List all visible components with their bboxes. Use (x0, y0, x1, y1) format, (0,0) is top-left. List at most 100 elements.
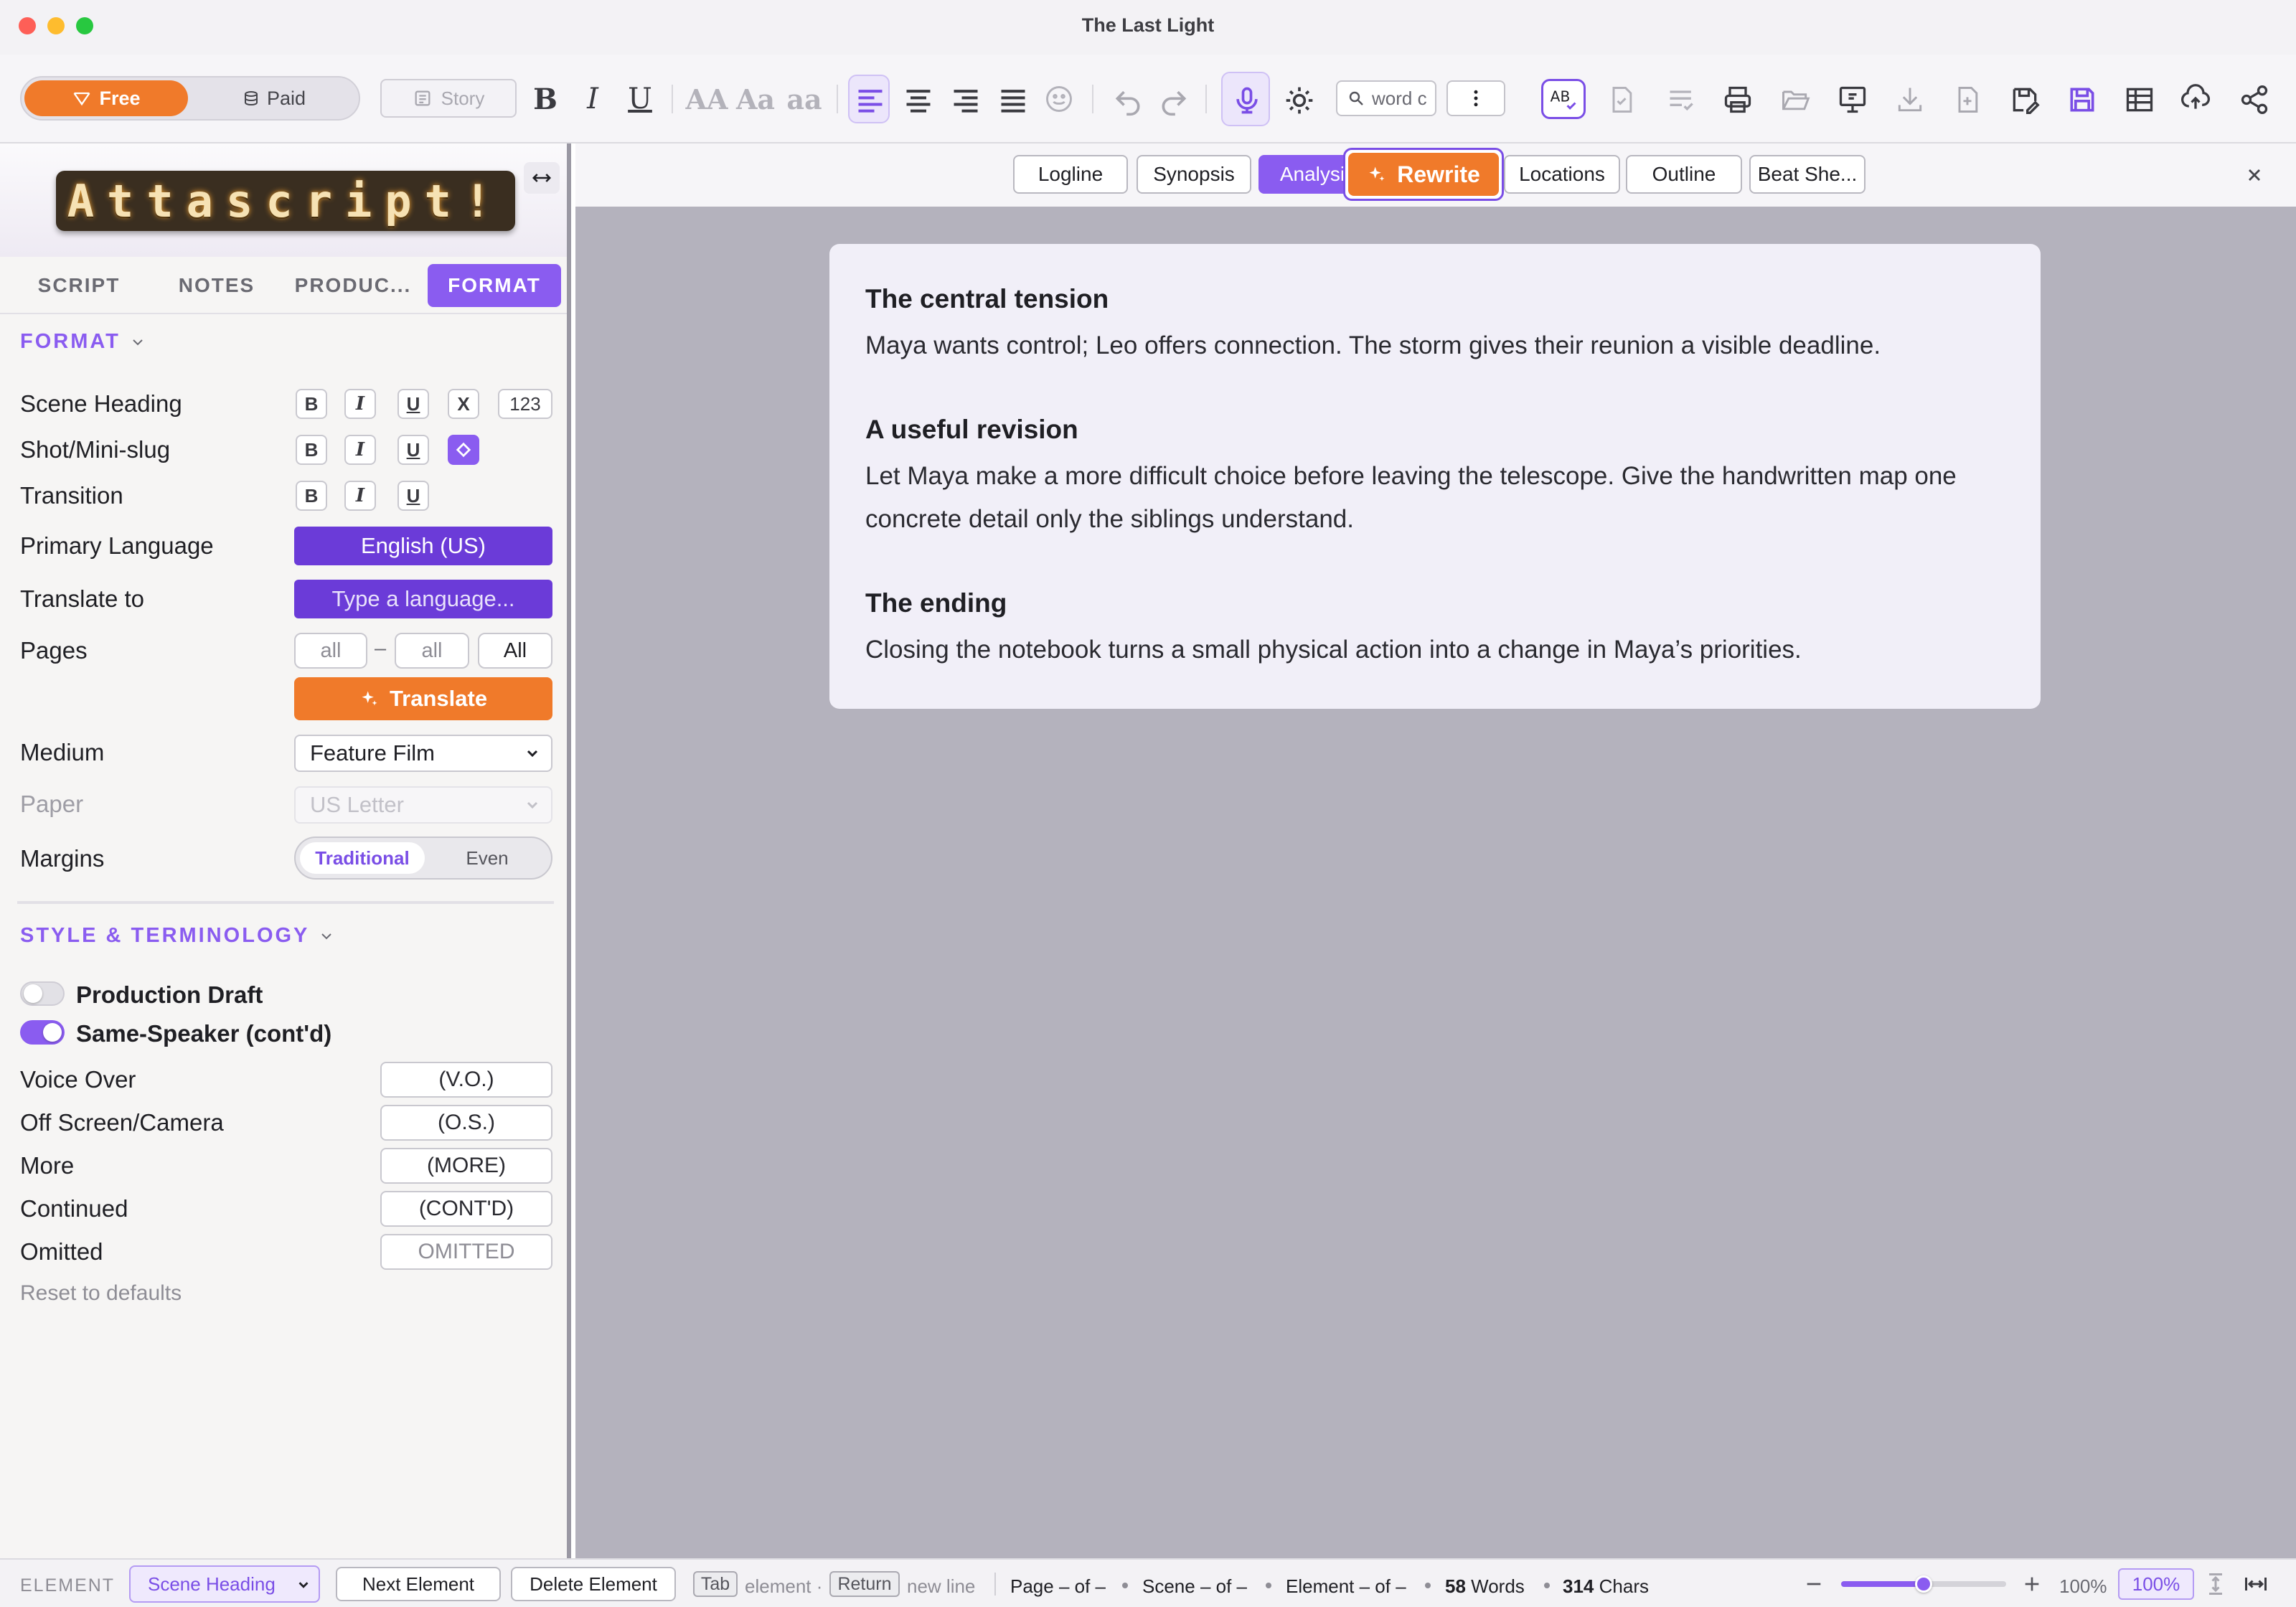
chevron-down-icon (129, 334, 146, 351)
underline-button[interactable]: U (623, 75, 657, 123)
same-speaker-toggle[interactable] (20, 1020, 65, 1045)
import-button[interactable] (1891, 75, 1927, 123)
new-document-button[interactable] (1949, 75, 1985, 123)
check-document-button[interactable] (1603, 75, 1639, 123)
review-list-button[interactable] (1662, 75, 1700, 123)
pages-to-input[interactable]: all (395, 633, 469, 669)
format-section-header[interactable]: FORMAT (20, 330, 146, 354)
story-button[interactable]: Story (380, 79, 517, 118)
print-button[interactable] (1719, 75, 1755, 123)
fit-width-button[interactable] (2243, 1571, 2272, 1600)
zoom-slider[interactable] (1841, 1575, 2006, 1593)
scene-heading-bold-button[interactable]: B (296, 389, 327, 419)
theme-button[interactable] (1280, 75, 1316, 123)
shot-italic-button[interactable]: I (344, 435, 376, 465)
panel-tab-logline[interactable]: Logline (1013, 155, 1128, 194)
toggle-sidebar-width-button[interactable] (524, 162, 560, 194)
delete-element-button[interactable]: Delete Element (511, 1567, 676, 1601)
plan-paid-button[interactable]: Paid (192, 80, 356, 116)
reset-defaults-link[interactable]: Reset to defaults (20, 1281, 182, 1306)
plan-free-button[interactable]: Free (24, 80, 188, 116)
panel-tab-synopsis[interactable]: Synopsis (1137, 155, 1251, 194)
zoom-percentage-box[interactable]: 100% (2118, 1568, 2194, 1600)
tab-notes[interactable]: NOTES (151, 264, 283, 307)
tab-script[interactable]: SCRIPT (14, 264, 144, 307)
svg-text:AB: AB (1551, 88, 1571, 105)
shot-underline-button[interactable]: U (397, 435, 429, 465)
italic-button[interactable]: I (577, 75, 608, 123)
lowercase-button[interactable]: aa (781, 75, 828, 123)
justify-button[interactable] (993, 75, 1030, 123)
fit-width-icon (2243, 1571, 2269, 1597)
transition-bold-button[interactable]: B (296, 481, 327, 511)
fit-height-button[interactable] (2203, 1571, 2231, 1600)
save-button[interactable] (2064, 75, 2099, 123)
share-button[interactable] (2236, 75, 2272, 123)
search-field[interactable]: word c (1336, 80, 1436, 116)
more-options-button[interactable] (1446, 80, 1505, 116)
tab-format[interactable]: FORMAT (428, 264, 561, 307)
align-right-button[interactable] (946, 75, 983, 123)
dictation-button[interactable] (1221, 72, 1270, 126)
more-input[interactable]: (MORE) (380, 1148, 552, 1184)
undo-button[interactable] (1108, 75, 1144, 123)
save-as-button[interactable] (2006, 75, 2042, 123)
translate-to-input[interactable]: Type a language... (294, 580, 552, 618)
zoom-slider-thumb[interactable] (1915, 1575, 1932, 1593)
margins-segmented-control[interactable]: Traditional Even (294, 837, 552, 880)
scene-heading-clear-button[interactable]: X (448, 389, 479, 419)
align-left-button[interactable] (848, 75, 890, 123)
continued-input[interactable]: (CONT'D) (380, 1191, 552, 1227)
vertical-ellipsis-icon (1465, 88, 1487, 109)
shot-diamond-button[interactable] (448, 435, 479, 465)
open-folder-button[interactable] (1777, 75, 1812, 123)
style-section-header[interactable]: STYLE & TERMINOLOGY (20, 924, 335, 948)
plus-icon (2020, 1573, 2043, 1596)
scene-heading-underline-button[interactable]: U (397, 389, 429, 419)
printer-icon (1722, 84, 1752, 114)
primary-language-label: Primary Language (20, 532, 214, 559)
transition-underline-button[interactable]: U (397, 481, 429, 511)
next-element-button[interactable]: Next Element (336, 1567, 501, 1601)
panel-tab-locations[interactable]: Locations (1504, 155, 1620, 194)
translate-button[interactable]: Translate (294, 677, 552, 720)
margins-traditional-option[interactable]: Traditional (300, 842, 425, 874)
off-screen-input[interactable]: (O.S.) (380, 1105, 552, 1141)
transition-italic-button[interactable]: I (344, 481, 376, 511)
paper-select[interactable]: US Letter (294, 786, 552, 824)
align-center-button[interactable] (898, 75, 936, 123)
scene-heading-numbering-button[interactable]: 123 (498, 389, 552, 419)
present-button[interactable] (1834, 75, 1870, 123)
primary-language-select[interactable]: English (US) (294, 527, 552, 565)
medium-select[interactable]: Feature Film (294, 735, 552, 772)
titlecase-button[interactable]: Aa (732, 75, 779, 123)
voice-over-input[interactable]: (V.O.) (380, 1062, 552, 1098)
close-panel-button[interactable] (2239, 159, 2270, 191)
rewrite-button[interactable]: Rewrite (1343, 148, 1504, 201)
zoom-out-button[interactable] (1802, 1573, 1825, 1596)
production-draft-toggle[interactable] (20, 981, 65, 1006)
uppercase-button[interactable]: AA (683, 75, 730, 123)
rewrite-label: Rewrite (1397, 161, 1480, 187)
tab-production[interactable]: PRODUC... (287, 264, 419, 307)
margins-even-option[interactable]: Even (425, 842, 550, 874)
spellcheck-button[interactable]: AB (1541, 79, 1586, 119)
panel-tab-beat-she[interactable]: Beat She... (1749, 155, 1866, 194)
pages-from-input[interactable]: all (294, 633, 367, 669)
table-view-button[interactable] (2121, 75, 2157, 123)
cloud-upload-button[interactable] (2177, 75, 2216, 123)
omitted-input[interactable]: OMITTED (380, 1234, 552, 1270)
redo-button[interactable] (1154, 75, 1190, 123)
bold-button[interactable]: B (528, 75, 563, 123)
list-check-icon (1666, 84, 1696, 114)
scene-heading-italic-button[interactable]: I (344, 389, 376, 419)
panel-tab-outline[interactable]: Outline (1626, 155, 1742, 194)
sun-icon (1284, 85, 1313, 114)
pages-all-button[interactable]: All (478, 633, 552, 669)
emoji-button[interactable] (1040, 75, 1078, 123)
uppercase-glyph: AA (685, 83, 728, 116)
element-type-select[interactable]: Scene Heading (129, 1565, 320, 1603)
zoom-in-button[interactable] (2020, 1573, 2043, 1596)
word-count-label: Words (1471, 1575, 1525, 1597)
shot-bold-button[interactable]: B (296, 435, 327, 465)
